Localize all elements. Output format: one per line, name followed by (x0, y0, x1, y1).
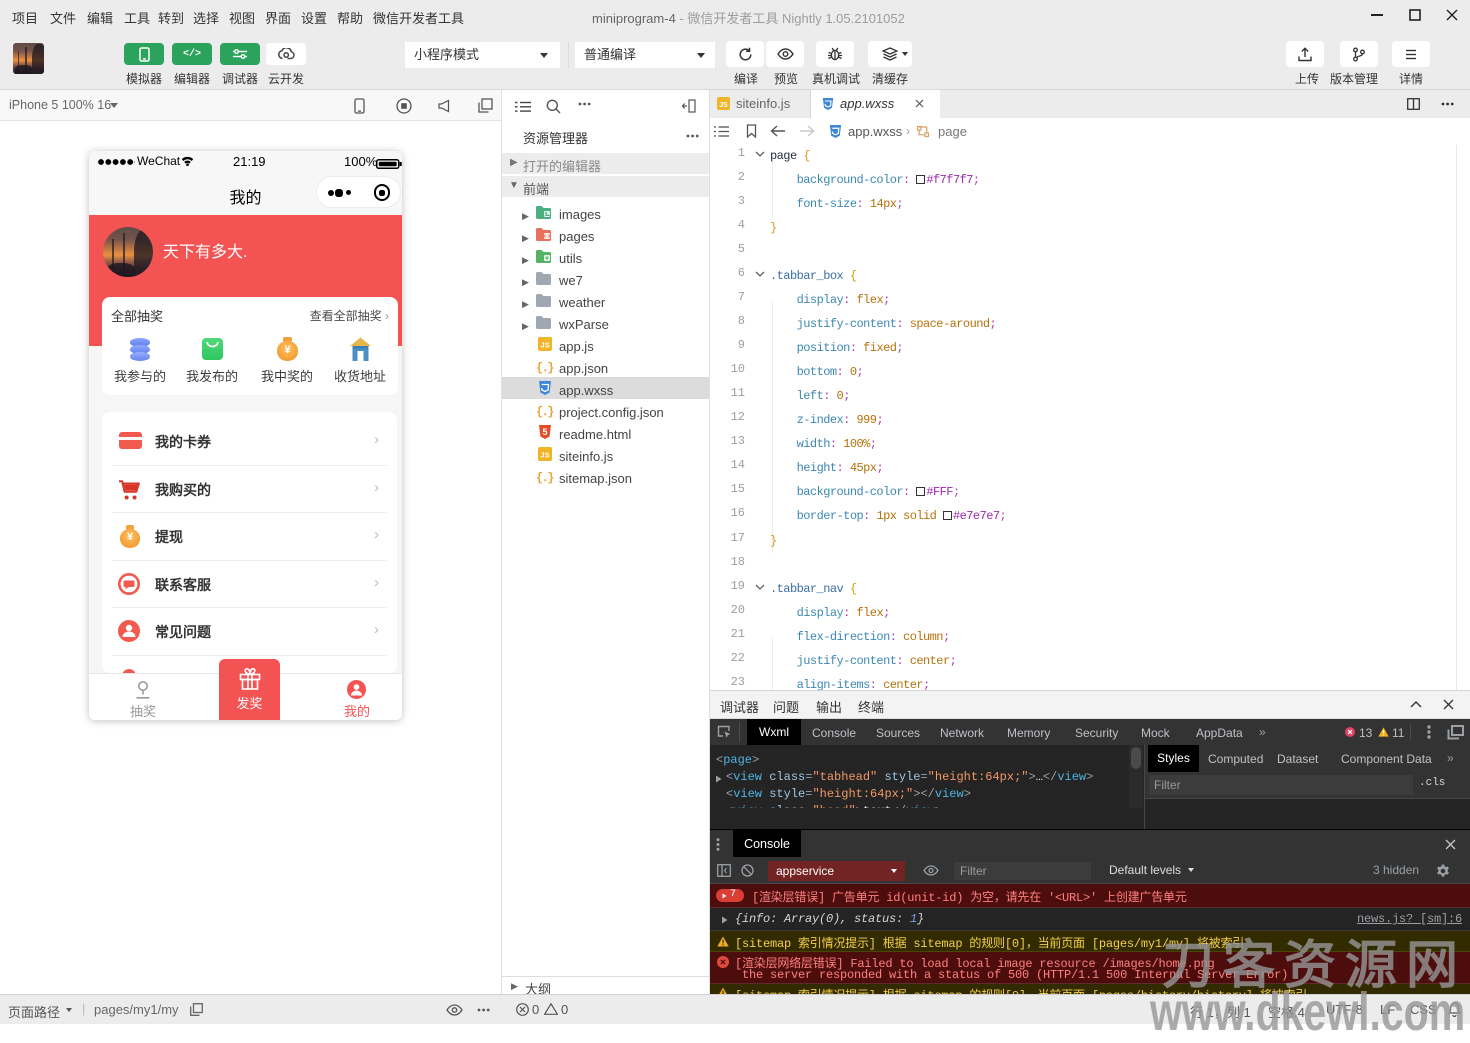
svg-text:JS: JS (540, 341, 549, 350)
svg-text:JS: JS (719, 102, 728, 109)
svg-text:5: 5 (542, 427, 547, 437)
svg-text:JS: JS (540, 451, 549, 460)
